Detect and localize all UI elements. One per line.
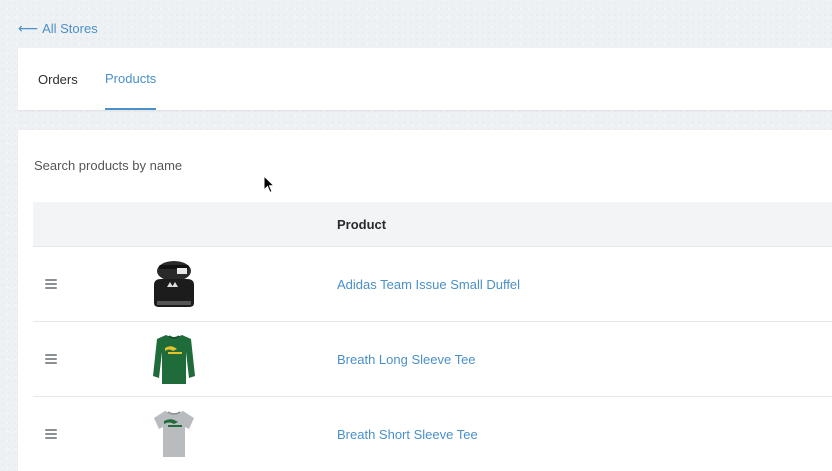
product-name-link[interactable]: Breath Long Sleeve Tee (337, 322, 476, 396)
back-to-all-stores-link[interactable]: ⟵ All Stores (18, 18, 98, 38)
table-row: Breath Short Sleeve Tee (33, 397, 832, 471)
tab-orders[interactable]: Orders (38, 48, 78, 110)
drag-handle-icon[interactable] (45, 429, 57, 439)
duffel-bag-icon (154, 261, 194, 307)
back-arrow-icon: ⟵ (18, 19, 39, 36)
mouse-cursor-icon (263, 175, 276, 194)
tabs-bar: Orders Products (18, 48, 832, 110)
back-link-label: All Stores (42, 20, 98, 36)
drag-handle-icon[interactable] (45, 279, 57, 289)
table-header: Product (33, 202, 832, 247)
tab-products[interactable]: Products (105, 48, 157, 110)
search-input[interactable] (34, 154, 434, 176)
short-sleeve-tee-icon (154, 411, 194, 457)
column-header-product: Product (337, 216, 387, 232)
long-sleeve-tee-icon (153, 335, 195, 384)
products-panel: Product Adidas Team Issue Small Duffel B… (18, 130, 832, 471)
product-name-link[interactable]: Adidas Team Issue Small Duffel (337, 247, 520, 321)
drag-handle-icon[interactable] (45, 354, 57, 364)
table-row: Breath Long Sleeve Tee (33, 322, 832, 397)
product-name-link[interactable]: Breath Short Sleeve Tee (337, 397, 478, 471)
table-row: Adidas Team Issue Small Duffel (33, 247, 832, 322)
